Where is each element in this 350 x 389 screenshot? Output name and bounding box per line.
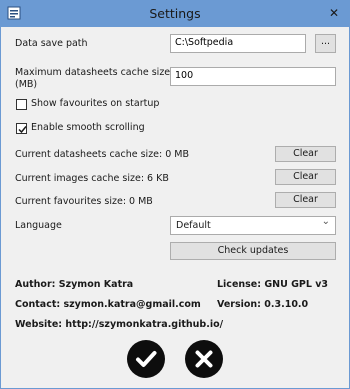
check-updates-button[interactable]: Check updates — [170, 242, 336, 260]
language-selected: Default — [176, 220, 211, 231]
cache-size-label-line2: (MB) — [15, 79, 38, 90]
data-save-path-input[interactable]: C:\Softpedia — [170, 34, 306, 53]
checkmark-icon — [136, 351, 157, 367]
website-text: Website: http://szymonkatra.github.io/ — [15, 319, 224, 330]
contact-text: Contact: szymon.katra@gmail.com — [15, 299, 201, 310]
close-icon[interactable]: ✕ — [325, 6, 343, 20]
clear-images-button[interactable]: Clear — [275, 169, 336, 185]
browse-button[interactable]: ... — [315, 34, 336, 53]
author-text: Author: Szymon Katra — [15, 279, 134, 290]
clear-favourites-button[interactable]: Clear — [275, 192, 336, 208]
cross-icon — [195, 350, 213, 368]
cancel-button[interactable] — [185, 340, 223, 378]
title-bar: Settings ✕ — [1, 1, 349, 27]
datasheets-cache-size: Current datasheets cache size: 0 MB — [15, 149, 190, 160]
checkmark-small-icon — [18, 126, 27, 134]
smooth-scrolling-label: Enable smooth scrolling — [31, 122, 145, 133]
version-text: Version: 0.3.10.0 — [217, 299, 309, 310]
language-select[interactable]: Default ⌄ — [170, 216, 336, 235]
show-favourites-label: Show favourites on startup — [31, 98, 160, 109]
confirm-button[interactable] — [127, 340, 165, 378]
cache-size-label-line1: Maximum datasheets cache size — [15, 67, 171, 78]
data-save-path-label: Data save path — [15, 38, 88, 49]
show-favourites-checkbox[interactable] — [16, 99, 27, 110]
chevron-down-icon: ⌄ — [321, 216, 330, 227]
cache-size-input[interactable]: 100 — [170, 67, 336, 86]
clear-datasheets-button[interactable]: Clear — [275, 146, 336, 162]
favourites-size: Current favourites size: 0 MB — [15, 196, 153, 207]
window-title: Settings — [149, 6, 201, 21]
images-cache-size: Current images cache size: 6 KB — [15, 173, 169, 184]
license-text: License: GNU GPL v3 — [217, 279, 329, 290]
language-label: Language — [15, 220, 62, 231]
settings-window: Settings ✕ Data save path C:\Softpedia .… — [0, 0, 350, 389]
smooth-scrolling-checkbox[interactable] — [16, 123, 27, 134]
